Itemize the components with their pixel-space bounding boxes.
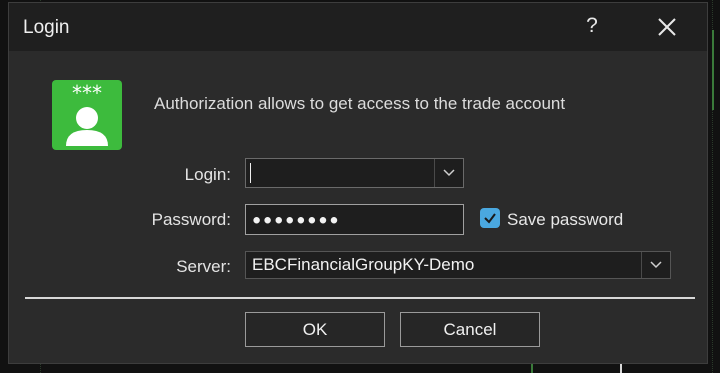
login-label: Login: bbox=[184, 165, 231, 184]
save-password-label[interactable]: Save password bbox=[507, 210, 623, 230]
ok-button[interactable]: OK bbox=[245, 312, 385, 347]
login-dropdown-toggle[interactable] bbox=[434, 159, 463, 187]
dialog-title: Login bbox=[23, 17, 70, 38]
login-dialog: Login ? *** Authorization allows to get … bbox=[8, 2, 708, 364]
chart-candle bbox=[712, 30, 714, 110]
server-value: EBCFinancialGroupKY-Demo bbox=[252, 255, 475, 274]
cancel-button[interactable]: Cancel bbox=[400, 312, 540, 347]
svg-text:***: *** bbox=[72, 81, 102, 105]
login-account-icon: *** bbox=[52, 80, 122, 150]
server-dropdown-toggle[interactable] bbox=[641, 252, 670, 278]
checkmark-icon bbox=[484, 213, 496, 224]
chevron-down-icon bbox=[443, 169, 455, 177]
close-button[interactable] bbox=[651, 11, 683, 43]
close-icon bbox=[658, 18, 676, 36]
chevron-down-icon bbox=[650, 261, 662, 269]
authorization-info-text: Authorization allows to get access to th… bbox=[154, 94, 566, 113]
title-bar: Login ? bbox=[9, 3, 707, 51]
password-field[interactable]: ●●●●●●●● bbox=[245, 204, 464, 235]
password-label: Password: bbox=[151, 210, 231, 229]
text-cursor bbox=[250, 163, 251, 183]
server-combobox[interactable]: EBCFinancialGroupKY-Demo bbox=[245, 251, 671, 279]
help-button[interactable]: ? bbox=[577, 11, 607, 41]
server-label: Server: bbox=[176, 257, 231, 276]
save-password-checkbox[interactable] bbox=[480, 208, 500, 228]
login-combobox[interactable] bbox=[245, 158, 464, 188]
password-value: ●●●●●●●● bbox=[252, 211, 341, 228]
dialog-separator bbox=[25, 297, 695, 299]
